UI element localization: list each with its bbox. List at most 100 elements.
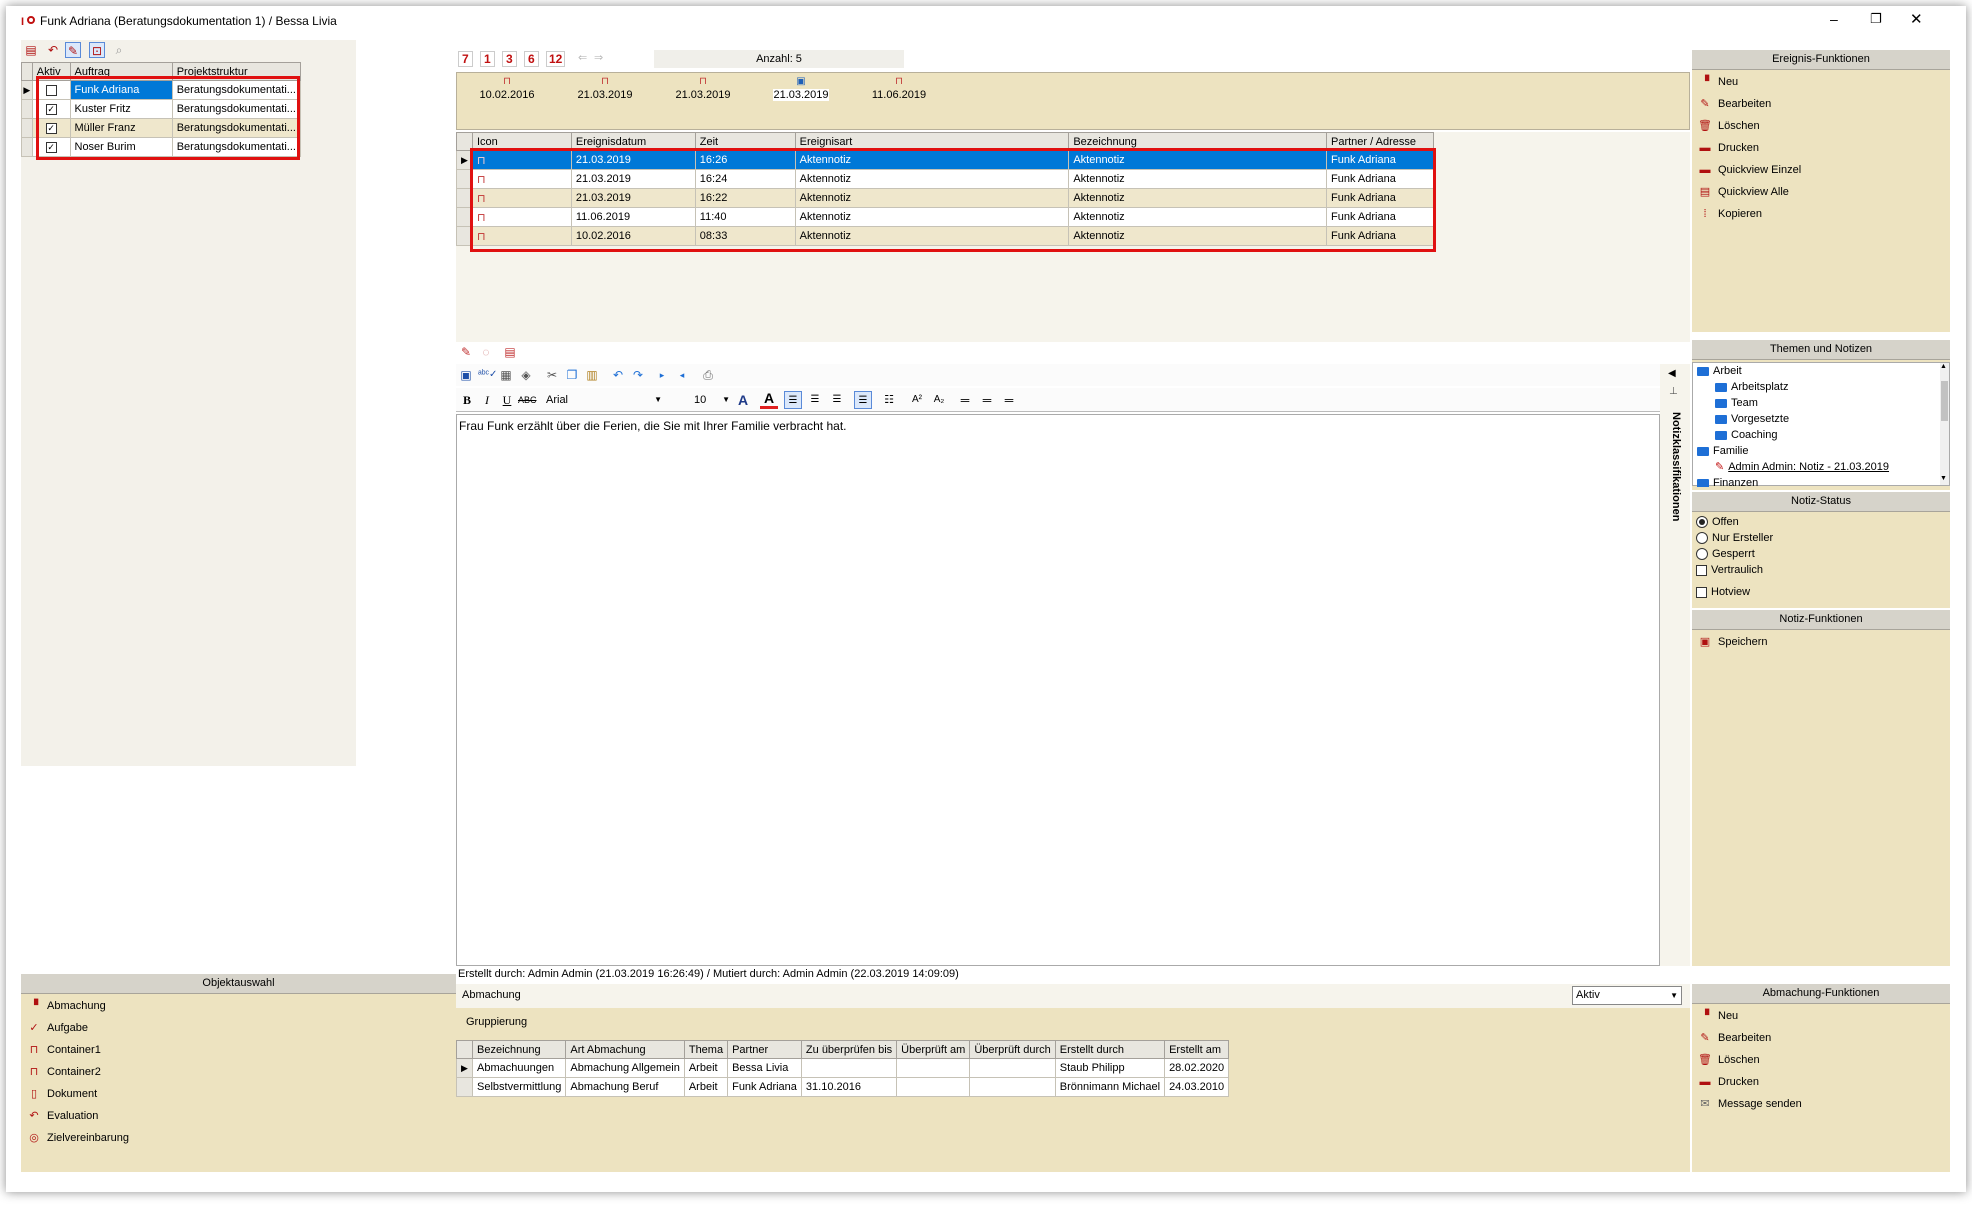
table-row[interactable]: ✓ Müller Franz Beratungsdokumentati...	[21, 118, 302, 138]
checkbox[interactable]	[1696, 564, 1707, 576]
tree-node-finanzen[interactable]: Finanzen	[1697, 475, 1758, 487]
zoom-select-icon[interactable]: ⊡	[89, 42, 105, 58]
radio[interactable]	[1696, 548, 1708, 561]
objekt-item-dokument[interactable]: ▯ Dokument	[27, 1084, 97, 1104]
col-ueberprueft-durch[interactable]: Überprüft durch	[969, 1040, 1056, 1059]
table-row[interactable]: ✓ Kuster Fritz Beratungsdokumentati...	[21, 99, 302, 119]
aktiv-checkbox[interactable]: ✓	[45, 84, 57, 96]
col-art-abmachung[interactable]: Art Abmachung	[565, 1040, 685, 1059]
pin-icon[interactable]: ✎	[65, 42, 81, 58]
next-icon[interactable]: ⇒	[594, 51, 603, 64]
table-row[interactable]: ⊓ 21.03.2019 16:22 Aktennotiz Aktennotiz…	[456, 188, 1434, 208]
bullet-list-icon[interactable]: ☷	[880, 391, 898, 409]
aktiv-checkbox[interactable]: ✓	[45, 103, 57, 115]
col-partner[interactable]: Partner / Adresse	[1326, 132, 1434, 151]
col-ereignisdatum[interactable]: Ereignisdatum	[570, 132, 696, 151]
tree-node-arbeitsplatz[interactable]: Arbeitsplatz	[1715, 379, 1788, 395]
font-size-icon[interactable]: A	[734, 391, 752, 409]
status-nur-ersteller-radio[interactable]: Nur Ersteller	[1696, 532, 1773, 545]
underline-button[interactable]: U	[498, 391, 516, 409]
radio-selected[interactable]	[1696, 516, 1708, 529]
scroll-down-icon[interactable]: ▼	[1940, 475, 1947, 482]
tree-node-familie[interactable]: Familie	[1697, 443, 1748, 459]
radio[interactable]	[1696, 532, 1708, 545]
status-vertraulich-checkbox[interactable]: Vertraulich	[1696, 564, 1763, 576]
table-row[interactable]: ▶ ⊓ 21.03.2019 16:26 Aktennotiz Aktennot…	[456, 150, 1434, 170]
style-icon[interactable]: ◈	[518, 367, 534, 383]
objekt-item-zielvereinbarung[interactable]: ◎ Zielvereinbarung	[27, 1128, 129, 1148]
redo-icon[interactable]: ↷	[630, 367, 646, 383]
aktiv-checkbox[interactable]: ✓	[45, 122, 57, 134]
copy-icon[interactable]: ❐	[564, 367, 580, 383]
subscript-icon[interactable]: A₂	[930, 391, 948, 409]
ereignis-drucken-button[interactable]: ▬ Drucken	[1698, 138, 1759, 158]
col-bezeichnung[interactable]: Bezeichnung	[471, 1040, 567, 1059]
timeline-event-selected[interactable]: ▣ 21.03.2019	[766, 77, 836, 101]
line-style-2-icon[interactable]: ═	[978, 391, 996, 409]
range-3-button[interactable]: 3	[502, 51, 517, 67]
indent-left-icon[interactable]: ▸	[654, 367, 670, 383]
col-zu-ueberpruefen[interactable]: Zu überprüfen bis	[800, 1040, 898, 1059]
font-name-select[interactable]: Arial ▼	[544, 391, 664, 409]
comment-icon[interactable]: ◌	[478, 344, 494, 360]
col-bezeichnung[interactable]: Bezeichnung	[1068, 132, 1327, 151]
tree-scrollbar[interactable]: ▲ ▼	[1940, 363, 1949, 485]
table-row[interactable]: ▶ ✓ Funk Adriana Beratungsdokumentati...	[21, 80, 302, 100]
font-color-icon[interactable]: A	[760, 391, 778, 409]
align-justify-icon[interactable]: ☰	[854, 391, 872, 409]
aktiv-cell[interactable]: ✓	[31, 118, 71, 138]
undo-icon[interactable]: ↶	[45, 42, 61, 58]
search-icon[interactable]: ⌕	[111, 42, 127, 58]
strikethrough-button[interactable]: ABC	[518, 391, 537, 409]
bold-button[interactable]: B	[458, 391, 476, 409]
timeline-event[interactable]: ⊓ 11.06.2019	[864, 77, 934, 102]
tree-node-arbeit[interactable]: Arbeit	[1697, 363, 1742, 379]
abmachung-filter-select[interactable]: Aktiv ▼	[1572, 986, 1682, 1005]
table-row[interactable]: ⊓ 21.03.2019 16:24 Aktennotiz Aktennotiz…	[456, 169, 1434, 189]
objekt-item-container2[interactable]: ⊓ Container2	[27, 1062, 101, 1082]
note-editor[interactable]: Frau Funk erzählt über die Ferien, die S…	[456, 414, 1660, 966]
abmachung-bearbeiten-button[interactable]: ✎ Bearbeiten	[1698, 1028, 1771, 1048]
collapse-left-icon[interactable]: ◀	[1668, 368, 1676, 379]
col-icon[interactable]: Icon	[471, 132, 572, 151]
tree-node-team[interactable]: Team	[1715, 395, 1758, 411]
paste-icon[interactable]: ▥	[584, 367, 600, 383]
col-ueberprueft-am[interactable]: Überprüft am	[896, 1040, 971, 1059]
timeline-event[interactable]: ⊓ 10.02.2016	[472, 77, 542, 102]
undo-icon[interactable]: ↶	[610, 367, 626, 383]
minimize-button[interactable]: –	[1830, 11, 1838, 27]
print-icon[interactable]: ⎙	[700, 367, 716, 383]
format-icon[interactable]: ▦	[498, 367, 514, 383]
objekt-item-evaluation[interactable]: ↶ Evaluation	[27, 1106, 98, 1126]
prev-icon[interactable]: ⇐	[578, 51, 587, 64]
ereignis-loeschen-button[interactable]: 🗑 Löschen	[1698, 116, 1760, 136]
aktiv-cell[interactable]: ✓	[31, 80, 71, 100]
col-aktiv[interactable]: Aktiv	[31, 62, 71, 81]
restore-button[interactable]: ❐	[1870, 11, 1882, 27]
range-1-button[interactable]: 1	[480, 51, 495, 67]
range-12-button[interactable]: 12	[546, 51, 566, 67]
col-partner[interactable]: Partner	[727, 1040, 802, 1059]
tree-node-vorgesetzte[interactable]: Vorgesetzte	[1715, 411, 1789, 427]
abmachung-message-senden-button[interactable]: ✉ Message senden	[1698, 1094, 1801, 1114]
col-auftrag[interactable]: Auftrag	[69, 62, 173, 81]
ereignis-neu-button[interactable]: ▝ Neu	[1698, 72, 1738, 92]
ereignis-kopieren-button[interactable]: ⁞ Kopieren	[1698, 204, 1762, 224]
tree-node-note[interactable]: ✎ Admin Admin: Notiz - 21.03.2019	[1715, 459, 1889, 475]
table-row[interactable]: ⊓ 11.06.2019 11:40 Aktennotiz Aktennotiz…	[456, 207, 1434, 227]
pin-icon[interactable]: ⊥	[1669, 386, 1678, 397]
ereignis-quickview-einzel-button[interactable]: ▬ Quickview Einzel	[1698, 160, 1802, 180]
notiz-speichern-button[interactable]: ▣ Speichern	[1698, 632, 1768, 652]
tree-node-coaching[interactable]: Coaching	[1715, 427, 1777, 443]
range-6-button[interactable]: 6	[524, 51, 539, 67]
objekt-item-abmachung[interactable]: ▝ Abmachung	[27, 996, 106, 1016]
col-zeit[interactable]: Zeit	[694, 132, 796, 151]
table-row[interactable]: ✓ Noser Burim Beratungsdokumentati...	[21, 137, 302, 157]
ereignis-bearbeiten-button[interactable]: ✎ Bearbeiten	[1698, 94, 1771, 114]
objekt-item-aufgabe[interactable]: ✓ Aufgabe	[27, 1018, 88, 1038]
font-size-select[interactable]: 10 ▼	[692, 391, 730, 409]
align-right-icon[interactable]: ☰	[828, 391, 846, 409]
superscript-icon[interactable]: A²	[908, 391, 926, 409]
document-icon[interactable]: ▤	[502, 344, 518, 360]
status-gesperrt-radio[interactable]: Gesperrt	[1696, 548, 1755, 561]
